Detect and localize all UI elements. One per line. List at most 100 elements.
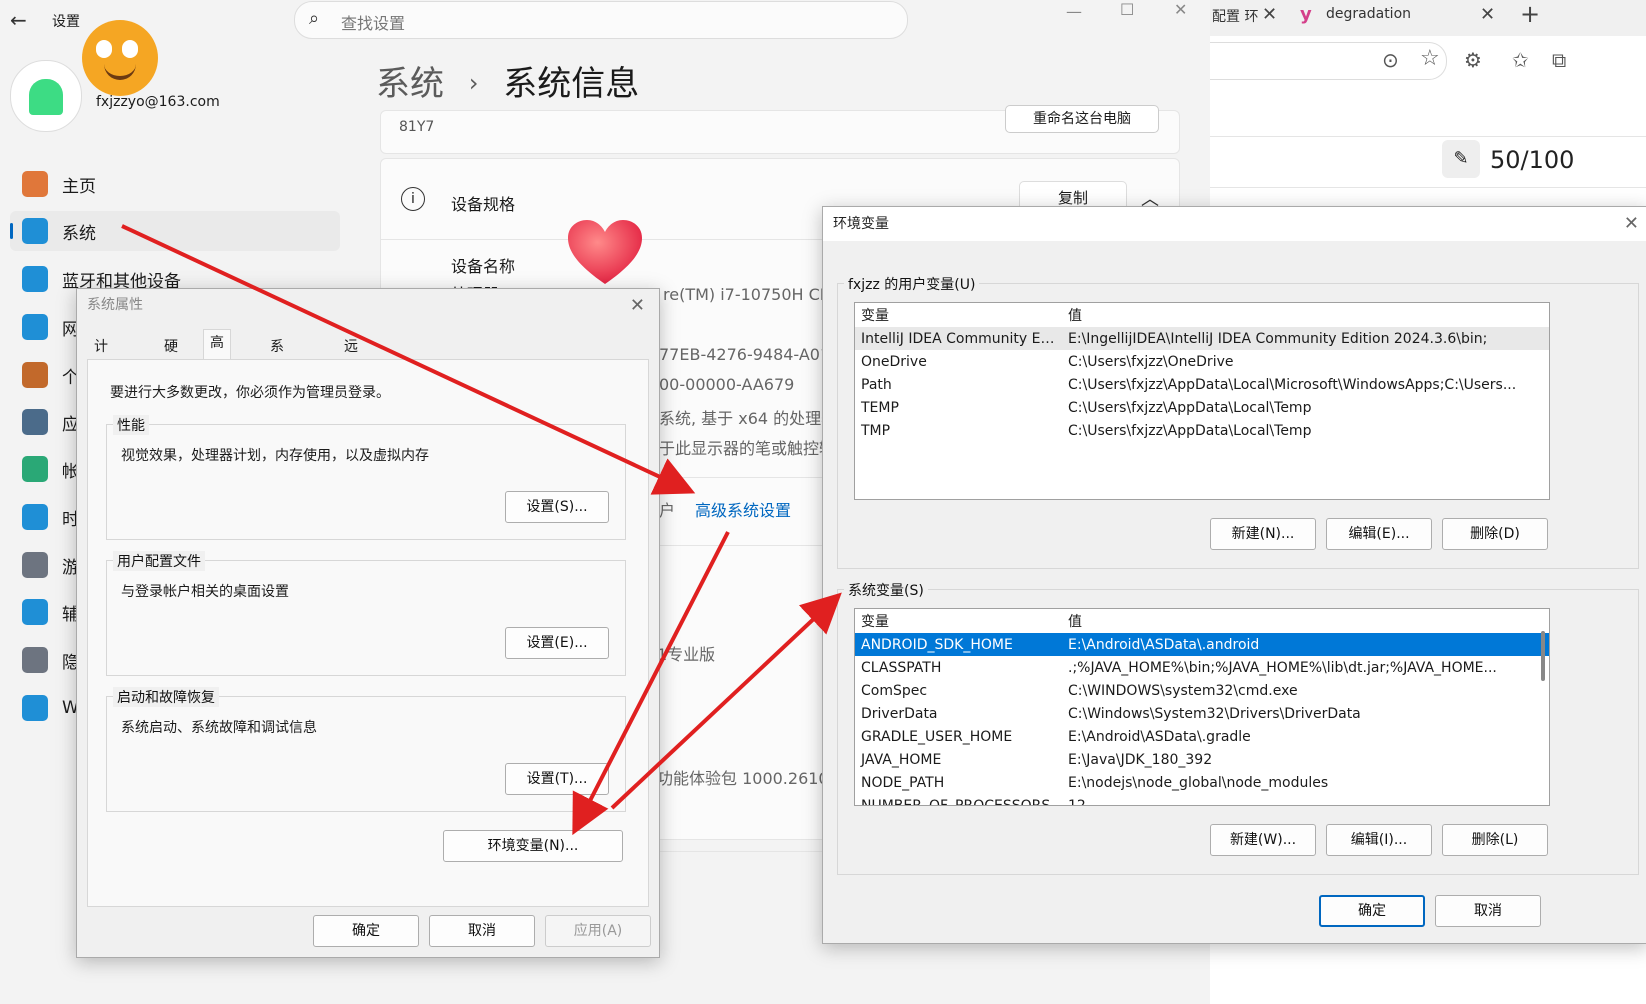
search-input[interactable]: 查找设置: [341, 10, 405, 34]
table-row[interactable]: GRADLE_USER_HOME E:\Android\ASData\.gradl…: [855, 725, 1549, 748]
table-row[interactable]: NUMBER_OF_PROCESSORS 12: [855, 794, 1549, 806]
tab-close-icon[interactable]: ✕: [1480, 4, 1495, 25]
system-edit-button[interactable]: 编辑(I)...: [1326, 824, 1432, 856]
ok-button[interactable]: 确定: [313, 915, 419, 947]
edition-value: 1专业版: [657, 645, 716, 664]
ok-button[interactable]: 确定: [1319, 895, 1425, 927]
user-variables-list[interactable]: 变量 值 IntelliJ IDEA Community Ed... E:\Ing…: [854, 302, 1550, 500]
table-row[interactable]: ANDROID_SDK_HOME E:\Android\ASData\.andro…: [855, 633, 1549, 656]
table-row[interactable]: ComSpec C:\WINDOWS\system32\cmd.exe: [855, 679, 1549, 702]
user-profile-title: 用户配置文件: [113, 551, 205, 571]
system-new-button[interactable]: 新建(W)...: [1210, 824, 1316, 856]
user-variables-table: 变量 值 IntelliJ IDEA Community Ed... E:\Ing…: [855, 303, 1549, 442]
word-counter: 50/100: [1490, 146, 1575, 174]
editor-toolbar: [1210, 136, 1646, 188]
experience-value: 功能体验包 1000.26100.: [657, 769, 844, 788]
variable-value-cell: C:\Windows\System32\Drivers\DriverData: [1068, 705, 1361, 722]
cancel-button[interactable]: 取消: [429, 915, 535, 947]
user-edit-button[interactable]: 编辑(E)...: [1326, 518, 1432, 550]
product-id-value: 00-00000-AA679: [659, 375, 795, 394]
apply-button[interactable]: 应用(A): [545, 915, 651, 947]
extensions-icon[interactable]: ⚙: [1464, 48, 1482, 72]
table-row[interactable]: CLASSPATH .;%JAVA_HOME%\bin;%JAVA_HOME%\l…: [855, 656, 1549, 679]
tab-favicon-icon: y: [1300, 4, 1312, 25]
variable-value-cell: E:\Java\JDK_180_392: [1068, 751, 1213, 768]
avatar[interactable]: [10, 60, 82, 132]
tab-panel-advanced: 要进行大多数更改，你必须作为管理员登录。 性能 视觉效果，处理器计划，内存使用，…: [87, 359, 649, 907]
table-row[interactable]: DriverData C:\Windows\System32\Drivers\Dr…: [855, 702, 1549, 725]
device-name-label: 设备名称: [451, 257, 516, 276]
close-icon[interactable]: ✕: [1624, 213, 1639, 234]
column-header-variable[interactable]: 变量: [855, 609, 1062, 633]
system-variables-list[interactable]: 变量 值 ANDROID_SDK_HOME E:\Android\ASData\.…: [854, 608, 1550, 806]
update-icon: [22, 695, 48, 721]
variable-name-cell: TMP: [861, 422, 891, 439]
variable-value-cell: E:\Android\ASData\.gradle: [1068, 728, 1251, 745]
performance-settings-button[interactable]: 设置(S)...: [505, 491, 609, 523]
network-icon: [22, 314, 48, 340]
gamepad-icon: [22, 552, 48, 578]
brush-icon: [22, 362, 48, 388]
user-profile-desc: 与登录帐户相关的桌面设置: [121, 584, 289, 600]
browser-tab-degradation[interactable]: degradation: [1326, 6, 1411, 22]
more-icon[interactable]: ⊙: [1382, 48, 1399, 72]
startup-settings-button[interactable]: 设置(T)...: [505, 763, 609, 795]
tab-2[interactable]: 硬件: [157, 333, 185, 381]
scrollbar-thumb[interactable]: [1541, 631, 1545, 681]
user-delete-button[interactable]: 删除(D): [1442, 518, 1548, 550]
user-profile-settings-button[interactable]: 设置(E)...: [505, 627, 609, 659]
new-tab-icon[interactable]: +: [1520, 0, 1540, 28]
table-row[interactable]: JAVA_HOME E:\Java\JDK_180_392: [855, 748, 1549, 771]
user-new-button[interactable]: 新建(N)...: [1210, 518, 1316, 550]
tab-5[interactable]: 远程: [337, 333, 365, 381]
table-row[interactable]: IntelliJ IDEA Community Ed... E:\Ingellij…: [855, 327, 1549, 350]
cancel-button[interactable]: 取消: [1435, 895, 1541, 927]
variable-value-cell: C:\Users\fxjzz\AppData\Local\Microsoft\W…: [1068, 376, 1517, 393]
variable-value-cell: .;%JAVA_HOME%\bin;%JAVA_HOME%\lib\dt.jar…: [1068, 659, 1497, 676]
variable-name-cell: IntelliJ IDEA Community Ed...: [861, 330, 1062, 347]
table-row[interactable]: OneDrive C:\Users\fxjzz\OneDrive: [855, 350, 1549, 373]
window-close-icon[interactable]: ✕: [1174, 0, 1187, 19]
minimize-icon[interactable]: —: [1066, 2, 1082, 21]
back-arrow-icon[interactable]: ←: [10, 8, 27, 32]
collections-icon[interactable]: ⧉: [1552, 48, 1566, 72]
tab-4[interactable]: 系统保护: [263, 333, 291, 433]
breadcrumb-parent[interactable]: 系统: [376, 64, 444, 104]
table-row[interactable]: NODE_PATH E:\nodejs\node_global\node_modu…: [855, 771, 1549, 794]
variable-value-cell: C:\Users\fxjzz\AppData\Local\Temp: [1068, 422, 1312, 439]
tab-3[interactable]: 高级: [203, 329, 231, 377]
sidebar-item-1[interactable]: 主页: [10, 164, 340, 204]
table-row[interactable]: TEMP C:\Users\fxjzz\AppData\Local\Temp: [855, 396, 1549, 419]
system-delete-button[interactable]: 删除(L): [1442, 824, 1548, 856]
column-header-variable[interactable]: 变量: [855, 303, 1062, 327]
sidebar-item-label: 主页: [62, 176, 96, 197]
variable-value-cell: C:\Users\fxjzz\AppData\Local\Temp: [1068, 399, 1312, 416]
tab-1[interactable]: 计算机名: [87, 333, 115, 433]
account-icon: [22, 456, 48, 482]
star-icon[interactable]: ☆: [1420, 46, 1440, 71]
rename-button[interactable]: 重命名这台电脑: [1005, 105, 1159, 133]
device-id-value: 77EB-4276-9484-A01C: [659, 345, 842, 364]
search-box[interactable]: ⌕ 查找设置: [294, 1, 908, 39]
table-row[interactable]: TMP C:\Users\fxjzz\AppData\Local\Temp: [855, 419, 1549, 442]
breadcrumb-separator: ›: [468, 69, 479, 97]
column-header-value[interactable]: 值: [1062, 303, 1549, 327]
user-profile-group: 用户配置文件 与登录帐户相关的桌面设置 设置(E)...: [106, 551, 626, 676]
address-bar[interactable]: [1210, 42, 1447, 80]
system-variables-table: 变量 值 ANDROID_SDK_HOME E:\Android\ASData\.…: [855, 609, 1549, 806]
maximize-icon[interactable]: ☐: [1120, 0, 1134, 19]
tab-close-icon[interactable]: ✕: [1262, 4, 1277, 25]
magic-wand-icon[interactable]: ✎: [1442, 140, 1480, 178]
link-prefix: 户: [659, 501, 676, 520]
close-icon[interactable]: ✕: [630, 295, 645, 316]
advanced-system-settings-link[interactable]: 高级系统设置: [695, 497, 791, 521]
variable-name-cell: ANDROID_SDK_HOME: [861, 636, 1013, 653]
favorites-icon[interactable]: ✩: [1512, 48, 1529, 72]
browser-tab-config[interactable]: 配置 环: [1212, 6, 1258, 26]
home-icon: [22, 171, 48, 197]
sidebar-item-2[interactable]: 系统: [10, 211, 340, 251]
table-row[interactable]: Path C:\Users\fxjzz\AppData\Local\Microso…: [855, 373, 1549, 396]
column-header-value[interactable]: 值: [1062, 609, 1549, 633]
admin-note: 要进行大多数更改，你必须作为管理员登录。: [110, 385, 390, 401]
environment-variables-button[interactable]: 环境变量(N)...: [443, 830, 623, 862]
